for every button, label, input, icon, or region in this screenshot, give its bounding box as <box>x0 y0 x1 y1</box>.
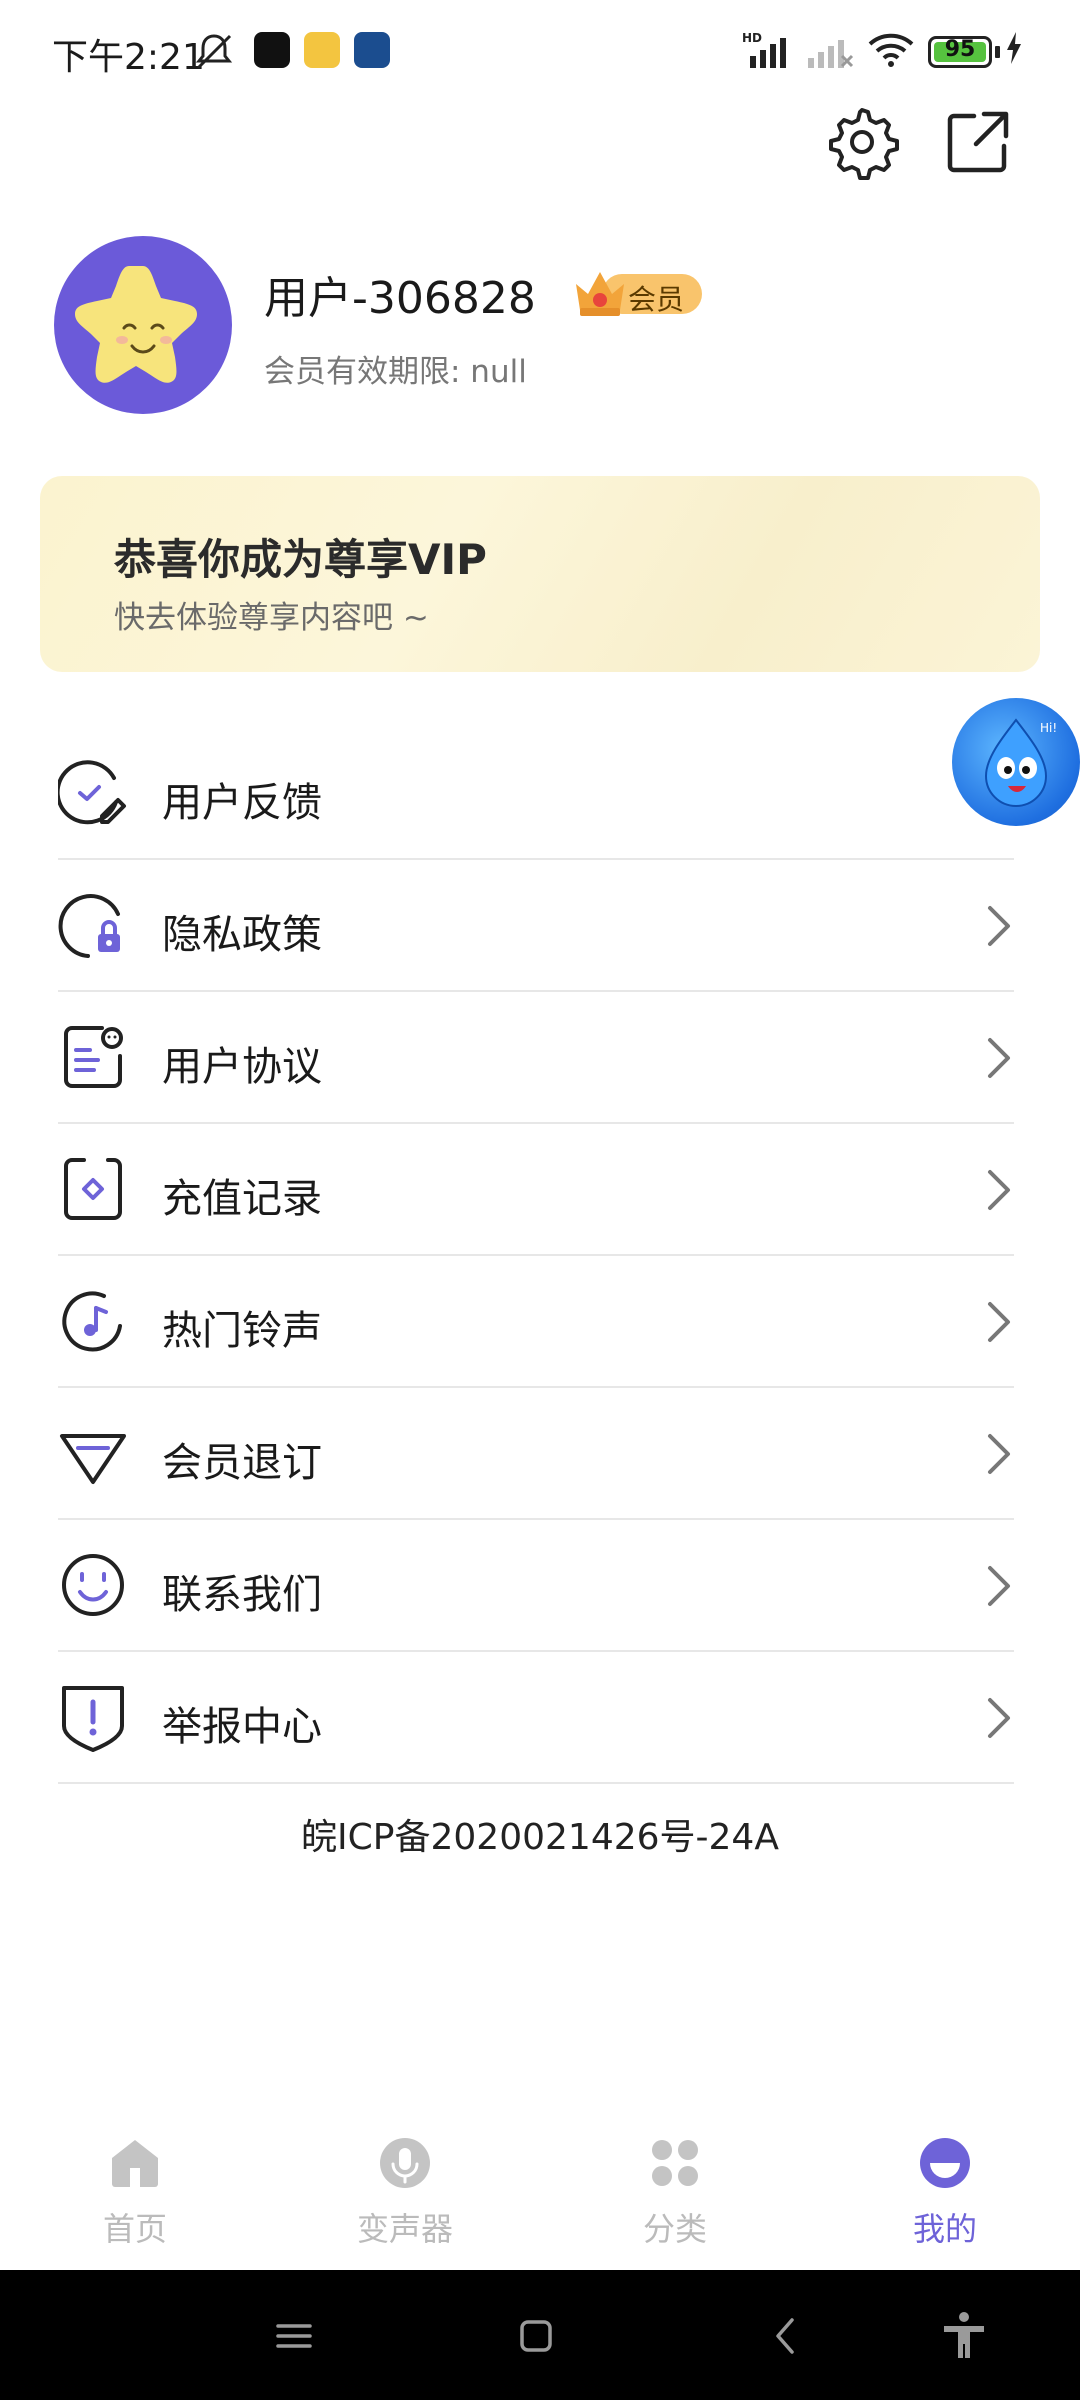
settings-gear-icon[interactable] <box>824 104 900 180</box>
nav-tab-mine[interactable]: 我的 <box>810 2108 1080 2270</box>
menu-item-ringtone[interactable]: 热门铃声 <box>58 1256 1014 1388</box>
nav-label: 分类 <box>642 2210 707 2248</box>
charging-icon <box>1007 32 1021 64</box>
back-icon[interactable] <box>760 2310 812 2362</box>
vip-banner-subtitle: 快去体验尊享内容吧 ~ <box>114 600 429 636</box>
signal-hd-icon: HD <box>742 31 786 68</box>
battery-icon: 95 <box>928 36 992 68</box>
menu-label: 用户反馈 <box>162 780 322 826</box>
icp-record-text[interactable]: 皖ICP备2020021426号-24A <box>0 1808 1080 1860</box>
home-square-icon[interactable] <box>510 2310 562 2362</box>
mic-icon <box>380 2138 430 2188</box>
profile-icon <box>920 2138 970 2188</box>
menu-label: 会员退订 <box>162 1440 322 1486</box>
app-notif-icon-2 <box>304 32 340 68</box>
crown-icon <box>576 272 624 316</box>
svg-text:Hi!: Hi! <box>1040 721 1057 735</box>
menu-label: 隐私政策 <box>162 912 322 958</box>
privacy-icon <box>58 894 120 958</box>
menu-item-feedback[interactable]: 用户反馈 <box>58 728 1014 860</box>
menu-item-report[interactable]: 举报中心 <box>58 1652 1014 1784</box>
chevron-right-icon <box>988 1038 1010 1078</box>
signal-empty-icon <box>808 40 854 68</box>
nav-tab-category[interactable]: 分类 <box>540 2108 810 2270</box>
grid-icon <box>652 2140 698 2186</box>
nav-label: 我的 <box>912 2210 977 2248</box>
menu-label: 充值记录 <box>162 1176 322 1222</box>
chevron-right-icon <box>988 1566 1010 1606</box>
share-icon[interactable] <box>940 104 1016 180</box>
ringtone-icon <box>62 1291 122 1352</box>
vip-badge: 会员 <box>568 264 702 320</box>
report-shield-icon <box>62 1686 124 1752</box>
accessibility-icon[interactable] <box>938 2310 990 2362</box>
unsubscribe-icon <box>60 1434 126 1484</box>
chevron-right-icon <box>988 1434 1010 1474</box>
star-avatar-icon <box>75 266 197 383</box>
menu-label: 热门铃声 <box>162 1308 322 1354</box>
vip-expire-text: 会员有效期限: null <box>264 354 527 390</box>
menu-label: 用户协议 <box>162 1044 322 1090</box>
battery-tip <box>995 46 1000 58</box>
menu-label: 联系我们 <box>162 1572 322 1618</box>
mute-icon <box>195 34 233 70</box>
avatar[interactable] <box>54 236 232 414</box>
chevron-right-icon <box>988 1302 1010 1342</box>
app-notif-icon-1 <box>254 32 290 68</box>
vip-banner-title: 恭喜你成为尊享VIP <box>114 535 487 584</box>
chevron-right-icon <box>988 1698 1010 1738</box>
contact-icon <box>62 1554 124 1616</box>
nav-label: 变声器 <box>356 2210 453 2248</box>
menu-item-contact[interactable]: 联系我们 <box>58 1520 1014 1652</box>
status-bar: 下午2:21 HD 95 <box>0 0 1080 104</box>
menu-item-unsubscribe[interactable]: 会员退订 <box>58 1388 1014 1520</box>
menu-label: 举报中心 <box>162 1704 322 1750</box>
vip-badge-label: 会员 <box>628 283 685 316</box>
menu-item-recharge[interactable]: 充值记录 <box>58 1124 1014 1256</box>
chevron-right-icon <box>988 1170 1010 1210</box>
menu-item-privacy[interactable]: 隐私政策 <box>58 860 1014 992</box>
home-icon <box>112 2140 158 2187</box>
feedback-icon <box>58 760 126 825</box>
bottom-nav: 首页 变声器 分类 我的 <box>0 2108 1080 2270</box>
username: 用户-306828 <box>264 273 536 324</box>
nav-tab-voice-changer[interactable]: 变声器 <box>270 2108 540 2270</box>
nav-tab-home[interactable]: 首页 <box>0 2108 270 2270</box>
menu-lines-icon[interactable] <box>268 2310 320 2362</box>
svg-text:HD: HD <box>742 31 762 45</box>
menu-item-agreement[interactable]: 用户协议 <box>58 992 1014 1124</box>
status-time: 下午2:21 <box>52 37 205 78</box>
battery-level: 95 <box>944 37 976 62</box>
wifi-icon <box>868 33 914 67</box>
agreement-icon <box>64 1026 123 1088</box>
vip-banner[interactable]: 恭喜你成为尊享VIP 快去体验尊享内容吧 ~ <box>40 476 1040 672</box>
chevron-right-icon <box>988 906 1010 946</box>
recharge-icon <box>64 1158 122 1220</box>
nav-label: 首页 <box>102 2210 167 2248</box>
app-notif-icon-3 <box>354 32 390 68</box>
system-nav-bar <box>0 2270 1080 2400</box>
